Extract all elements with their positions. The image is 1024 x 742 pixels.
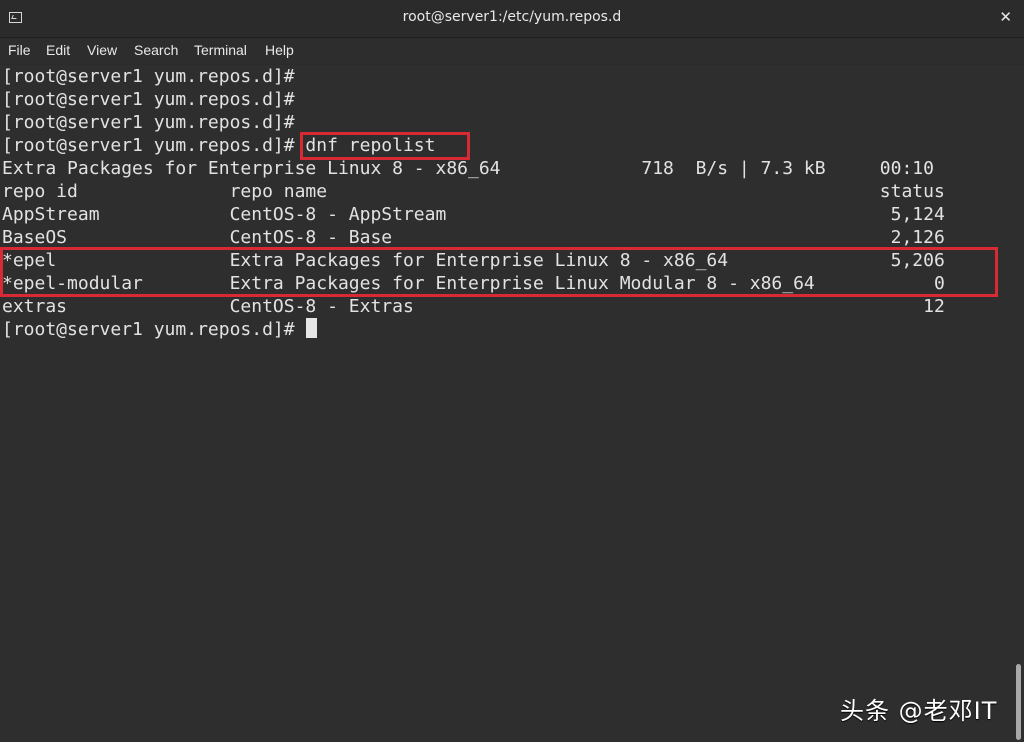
- terminal-line-progress: Extra Packages for Enterprise Linux 8 - …: [2, 158, 934, 179]
- repolist-row-extras: extras CentOS-8 - Extras 12: [2, 296, 945, 317]
- command-highlight-box: [300, 132, 470, 160]
- menu-edit[interactable]: Edit: [46, 42, 70, 58]
- repolist-row-baseos: BaseOS CentOS-8 - Base 2,126: [2, 227, 945, 248]
- scrollbar[interactable]: [1012, 65, 1024, 742]
- scrollbar-thumb[interactable]: [1016, 664, 1021, 740]
- watermark: 头条 @老邓IT: [840, 697, 998, 725]
- terminal-line-current-prompt: [root@server1 yum.repos.d]#: [2, 318, 318, 341]
- menu-terminal[interactable]: Terminal: [194, 42, 247, 58]
- close-icon[interactable]: ✕: [999, 8, 1012, 26]
- terminal-line-prompt: [root@server1 yum.repos.d]#: [2, 66, 295, 87]
- menu-help[interactable]: Help: [265, 42, 294, 58]
- terminal-line-prompt: [root@server1 yum.repos.d]#: [2, 89, 295, 110]
- terminal-line-prompt: [root@server1 yum.repos.d]#: [2, 112, 295, 133]
- repolist-header: repo id repo name status: [2, 181, 945, 202]
- title-bar: root@server1:/etc/yum.repos.d ✕: [0, 0, 1024, 38]
- repolist-row-appstream: AppStream CentOS-8 - AppStream 5,124: [2, 204, 945, 225]
- menu-search[interactable]: Search: [134, 42, 178, 58]
- prompt-text: [root@server1 yum.repos.d]#: [2, 319, 306, 340]
- menu-bar: File Edit View Search Terminal Help: [0, 38, 1024, 64]
- epel-rows-highlight-box: [0, 247, 998, 297]
- terminal-window: root@server1:/etc/yum.repos.d ✕ File Edi…: [0, 0, 1024, 742]
- text-cursor: [306, 318, 318, 338]
- window-title: root@server1:/etc/yum.repos.d: [402, 9, 622, 25]
- menu-file[interactable]: File: [8, 42, 31, 58]
- menu-view[interactable]: View: [87, 42, 117, 58]
